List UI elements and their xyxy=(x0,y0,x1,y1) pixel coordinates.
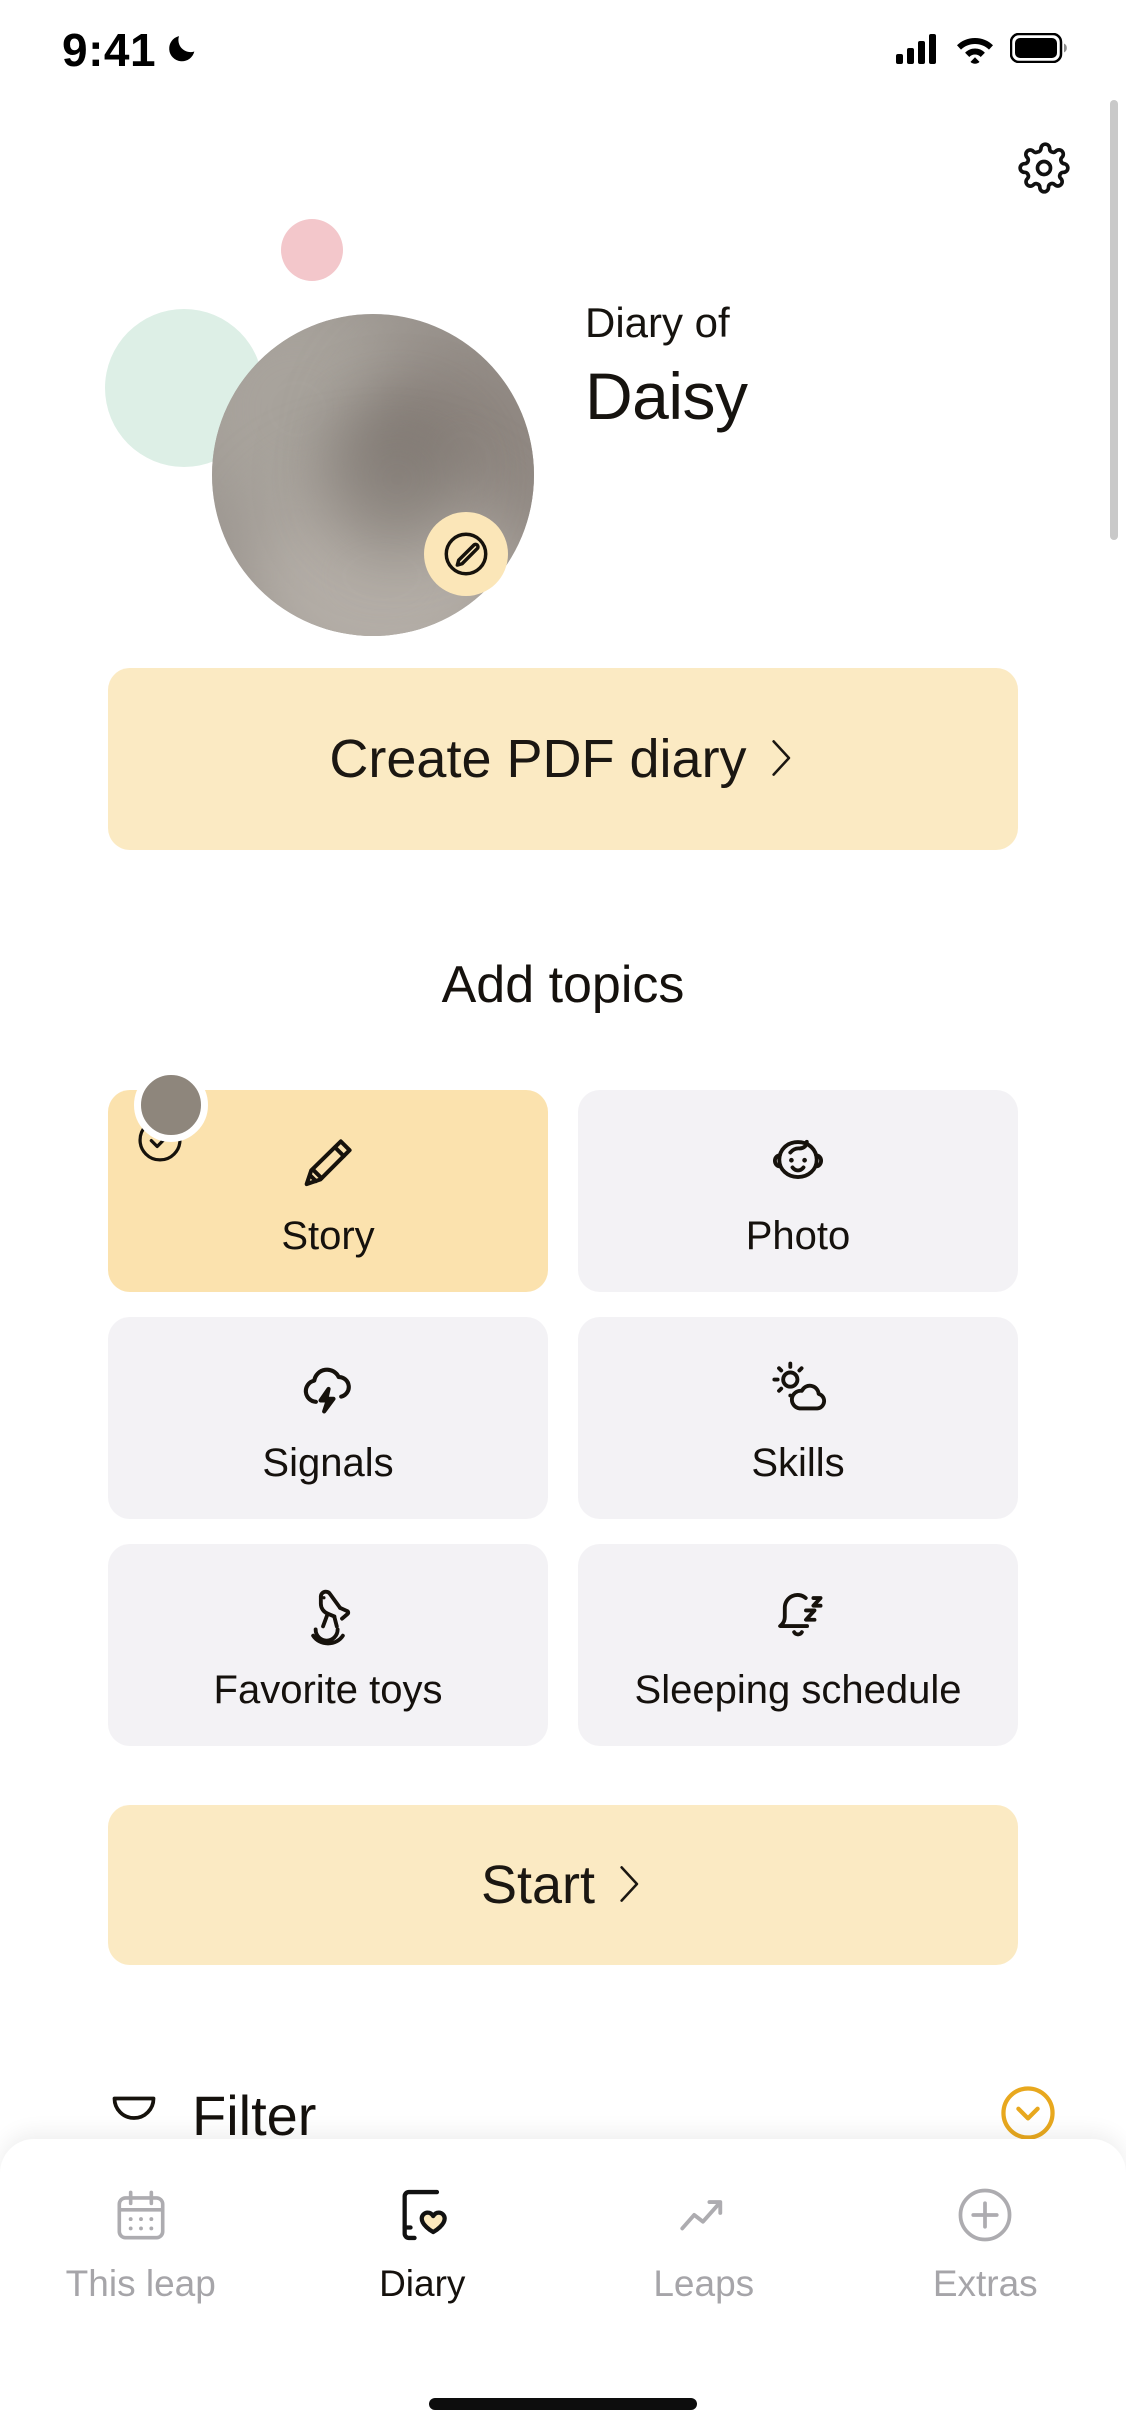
tab-label: Diary xyxy=(379,2263,466,2304)
profile-title-block: Diary of Daisy xyxy=(585,299,748,434)
add-topics-title: Add topics xyxy=(441,956,685,1014)
sun-cloud-icon xyxy=(765,1353,831,1427)
gear-icon[interactable] xyxy=(1014,138,1074,198)
topic-card-sleeping-schedule[interactable]: Sleeping schedule xyxy=(578,1544,1018,1746)
bottom-tab-bar: This leap Diary Leaps Extras xyxy=(0,2139,1126,2436)
topic-label: Sleeping schedule xyxy=(634,1668,962,1712)
tab-label: This leap xyxy=(65,2263,216,2304)
diary-subtitle: Diary of xyxy=(585,299,730,346)
pencil-icon xyxy=(296,1126,360,1200)
tab-diary[interactable]: Diary xyxy=(282,2173,564,2436)
status-bar: 9:41 xyxy=(0,0,1126,100)
topic-card-photo[interactable]: Photo xyxy=(578,1090,1018,1292)
decorative-pink-circle xyxy=(281,219,343,281)
cloud-lightning-icon xyxy=(295,1353,361,1427)
status-bar-right xyxy=(896,32,1068,69)
profile-header: Diary of Daisy xyxy=(0,190,1126,650)
topic-label: Signals xyxy=(262,1441,394,1485)
start-label: Start xyxy=(480,1855,596,1915)
wifi-icon xyxy=(954,32,996,69)
status-bar-left: 9:41 xyxy=(62,23,200,77)
app-screen: 9:41 Diary of Daisy Create PDF diary Add… xyxy=(0,0,1126,2436)
tab-leaps[interactable]: Leaps xyxy=(563,2173,845,2436)
chevron-right-icon xyxy=(611,1861,645,1910)
tab-label: Extras xyxy=(932,2263,1038,2304)
battery-full-icon xyxy=(1009,32,1068,68)
bell-sleep-icon xyxy=(765,1580,831,1654)
tab-extras[interactable]: Extras xyxy=(845,2173,1126,2436)
topic-card-favorite-toys[interactable]: Favorite toys xyxy=(108,1544,548,1746)
baby-face-icon xyxy=(765,1126,831,1200)
topic-card-story[interactable]: Story xyxy=(108,1068,548,1292)
trending-up-icon xyxy=(673,2173,735,2247)
topic-label: Skills xyxy=(751,1441,845,1485)
topic-label: Photo xyxy=(745,1214,851,1258)
child-name: Daisy xyxy=(585,359,748,434)
pencil-circle-icon[interactable] xyxy=(424,512,508,596)
topics-grid: Story Photo Signals Skills Favorite toys… xyxy=(108,1068,1018,1746)
funnel-icon xyxy=(104,2083,164,2148)
start-button[interactable]: Start xyxy=(108,1805,1018,1965)
filter-label: Filter xyxy=(192,2083,317,2147)
topic-card-signals[interactable]: Signals xyxy=(108,1317,548,1519)
create-pdf-diary-label: Create PDF diary xyxy=(329,729,747,789)
rocking-horse-icon xyxy=(295,1580,361,1654)
calendar-icon xyxy=(110,2173,172,2247)
status-time: 9:41 xyxy=(62,24,157,76)
avatar-wrapper[interactable] xyxy=(212,314,534,636)
crescent-moon-icon xyxy=(166,31,200,70)
topic-label: Favorite toys xyxy=(213,1668,443,1712)
tab-label: Leaps xyxy=(653,2263,755,2304)
story-avatar-dot xyxy=(134,1068,208,1142)
tab-this-leap[interactable]: This leap xyxy=(0,2173,282,2436)
diary-heart-icon xyxy=(390,2173,454,2247)
topic-card-skills[interactable]: Skills xyxy=(578,1317,1018,1519)
topic-label: Story xyxy=(281,1214,375,1258)
create-pdf-diary-button[interactable]: Create PDF diary xyxy=(108,668,1018,850)
plus-circle-icon xyxy=(953,2173,1017,2247)
home-indicator xyxy=(429,2398,697,2410)
cellular-signal-icon xyxy=(896,32,940,69)
chevron-right-icon xyxy=(763,735,797,784)
